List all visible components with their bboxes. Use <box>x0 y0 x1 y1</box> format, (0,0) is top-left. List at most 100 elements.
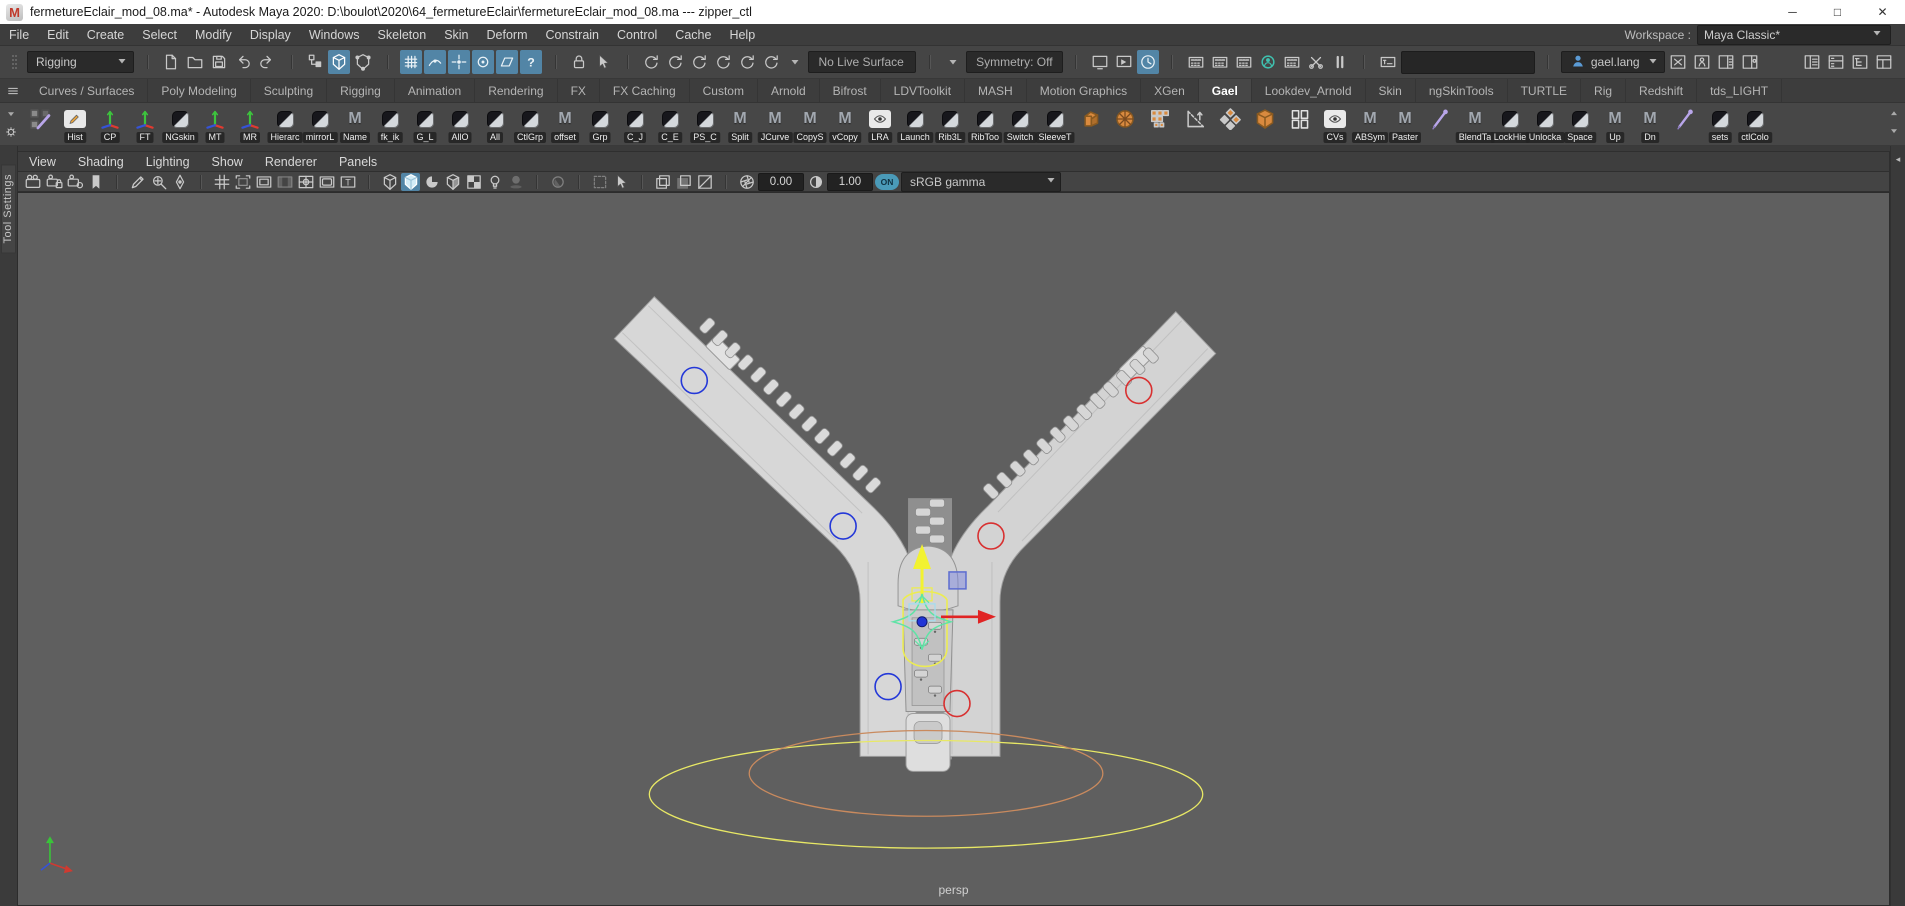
shelf-tab[interactable]: Motion Graphics <box>1027 79 1141 102</box>
select-camera-icon[interactable] <box>23 173 42 191</box>
snap-to-point-icon[interactable] <box>448 50 470 74</box>
panel-menu-item[interactable]: Show <box>201 155 254 169</box>
safe-title-icon[interactable]: T <box>338 173 357 191</box>
snap-to-projected-center-icon[interactable] <box>472 50 494 74</box>
no-image-icon[interactable] <box>695 173 714 191</box>
shelf-button[interactable] <box>1668 104 1702 144</box>
shelf-button[interactable] <box>1073 104 1107 144</box>
shelf-button[interactable]: C_J <box>618 104 652 144</box>
shelf-overflow-up-icon[interactable] <box>1886 105 1902 121</box>
undo-icon[interactable] <box>232 50 254 74</box>
hypergraph-connections-icon[interactable] <box>688 50 710 74</box>
cut-tool-icon[interactable] <box>1305 50 1327 74</box>
shelf-button[interactable]: M Name <box>338 104 372 144</box>
ssao-icon[interactable] <box>548 173 567 191</box>
live-surface-field[interactable]: No Live Surface <box>808 51 916 73</box>
pause-viewport-icon[interactable] <box>1329 50 1351 74</box>
shelf-button[interactable]: G_L <box>408 104 442 144</box>
smooth-shade-icon[interactable] <box>401 173 420 191</box>
close-button[interactable]: ✕ <box>1860 0 1905 24</box>
shelf-tab[interactable]: Rigging <box>327 79 395 102</box>
shelf-button[interactable] <box>1108 104 1142 144</box>
resolution-gate-icon[interactable] <box>254 173 273 191</box>
shelf-button[interactable]: Switch <box>1003 104 1037 144</box>
shelf-button[interactable]: M Split <box>723 104 757 144</box>
redo-icon[interactable] <box>256 50 278 74</box>
shelf-tab[interactable]: Gael <box>1199 79 1252 102</box>
shelf-tab[interactable]: Animation <box>395 79 475 102</box>
exposure-field[interactable]: 0.00 <box>758 173 804 191</box>
shelf-tab[interactable]: Lookdev_Arnold <box>1252 79 1366 102</box>
menu-item[interactable]: Modify <box>186 24 241 45</box>
shelf-selector-icon[interactable] <box>3 106 19 122</box>
wireframe-icon[interactable] <box>380 173 399 191</box>
grease-pencil-icon[interactable] <box>128 173 147 191</box>
select-cursor-icon[interactable] <box>611 173 630 191</box>
shelf-button[interactable]: All <box>478 104 512 144</box>
shelf-button[interactable]: NGskin <box>163 104 197 144</box>
menu-item[interactable]: Help <box>720 24 764 45</box>
shelf-button[interactable]: M JCurve <box>758 104 792 144</box>
shelf-tab[interactable]: Rendering <box>475 79 557 102</box>
shelf-button[interactable]: Space <box>1563 104 1597 144</box>
shelf-tab[interactable]: Rig <box>1581 79 1626 102</box>
film-gate-icon[interactable] <box>233 173 252 191</box>
menu-item[interactable]: Skeleton <box>369 24 436 45</box>
shelf-button[interactable]: Hierarc <box>268 104 302 144</box>
shelf-button[interactable]: M ABSym <box>1353 104 1387 144</box>
sequence-manager-icon[interactable] <box>1281 50 1303 74</box>
tool-settings-toggle-icon[interactable] <box>1739 50 1761 74</box>
shelf-button[interactable]: M Dn <box>1633 104 1667 144</box>
panel-menu-item[interactable]: Renderer <box>254 155 328 169</box>
shelf-button[interactable]: Hist <box>58 104 92 144</box>
image-plane-icon[interactable] <box>674 173 693 191</box>
contrast-icon[interactable] <box>806 173 825 191</box>
quick-selection-input[interactable] <box>1401 51 1535 74</box>
shelf-tab[interactable]: Curves / Surfaces <box>26 79 148 102</box>
panel-menu-item[interactable]: Panels <box>328 155 388 169</box>
select-component-icon[interactable] <box>352 50 374 74</box>
humanik-toggle-icon[interactable] <box>1691 50 1713 74</box>
tool-settings-vertical-tab[interactable]: Tool Settings <box>1 164 16 253</box>
shelf-button[interactable]: LRA <box>863 104 897 144</box>
statusline-grip[interactable] <box>3 50 25 74</box>
default-material-icon[interactable] <box>443 173 462 191</box>
minimize-button[interactable]: ─ <box>1770 0 1815 24</box>
shelf-button[interactable]: CVs <box>1318 104 1352 144</box>
exposure-icon[interactable] <box>737 173 756 191</box>
snap-to-grid-icon[interactable] <box>400 50 422 74</box>
attribute-editor-toggle-icon[interactable] <box>1715 50 1737 74</box>
modeling-toolkit-toggle-icon[interactable] <box>1667 50 1689 74</box>
menu-set-selector[interactable]: Rigging <box>27 51 134 73</box>
shelf-tab[interactable]: Arnold <box>758 79 820 102</box>
menu-item[interactable]: Constrain <box>537 24 609 45</box>
render-layer-icon[interactable] <box>1209 50 1231 74</box>
render-current-frame-icon[interactable] <box>1113 50 1135 74</box>
camera-attributes-icon[interactable] <box>65 173 84 191</box>
evaluation-mode-icon[interactable] <box>760 50 782 74</box>
menu-item[interactable]: Cache <box>666 24 720 45</box>
pan-zoom-icon[interactable] <box>149 173 168 191</box>
shelf-button[interactable]: M vCopy <box>828 104 862 144</box>
menu-item[interactable]: Create <box>78 24 134 45</box>
viewport-3d[interactable]: persp <box>17 192 1890 906</box>
shelf-tab[interactable]: ngSkinTools <box>1416 79 1508 102</box>
shelf-button[interactable] <box>1283 104 1317 144</box>
shelf-button[interactable]: RibToo <box>968 104 1002 144</box>
shelf-button[interactable]: CtlGrp <box>513 104 547 144</box>
shelf-button[interactable]: C_E <box>653 104 687 144</box>
shelf-button[interactable]: M CopyS <box>793 104 827 144</box>
maximize-button[interactable]: □ <box>1815 0 1860 24</box>
user-menu-dropdown[interactable]: gael.lang <box>1561 51 1665 73</box>
cycle-check-icon[interactable] <box>736 50 758 74</box>
shelf-button[interactable] <box>1143 104 1177 144</box>
toon-shading-icon[interactable] <box>1257 50 1279 74</box>
workspace-controls-icon[interactable] <box>1873 50 1895 74</box>
shelf-tab[interactable]: FX <box>558 79 600 102</box>
shelf-tab-menu-icon[interactable] <box>5 83 21 99</box>
panel-menu-item[interactable]: Shading <box>67 155 135 169</box>
new-scene-icon[interactable] <box>160 50 182 74</box>
shelf-tab[interactable]: FX Caching <box>600 79 690 102</box>
shelf-button[interactable]: CP <box>93 104 127 144</box>
symmetry-field[interactable]: Symmetry: Off <box>966 51 1063 73</box>
